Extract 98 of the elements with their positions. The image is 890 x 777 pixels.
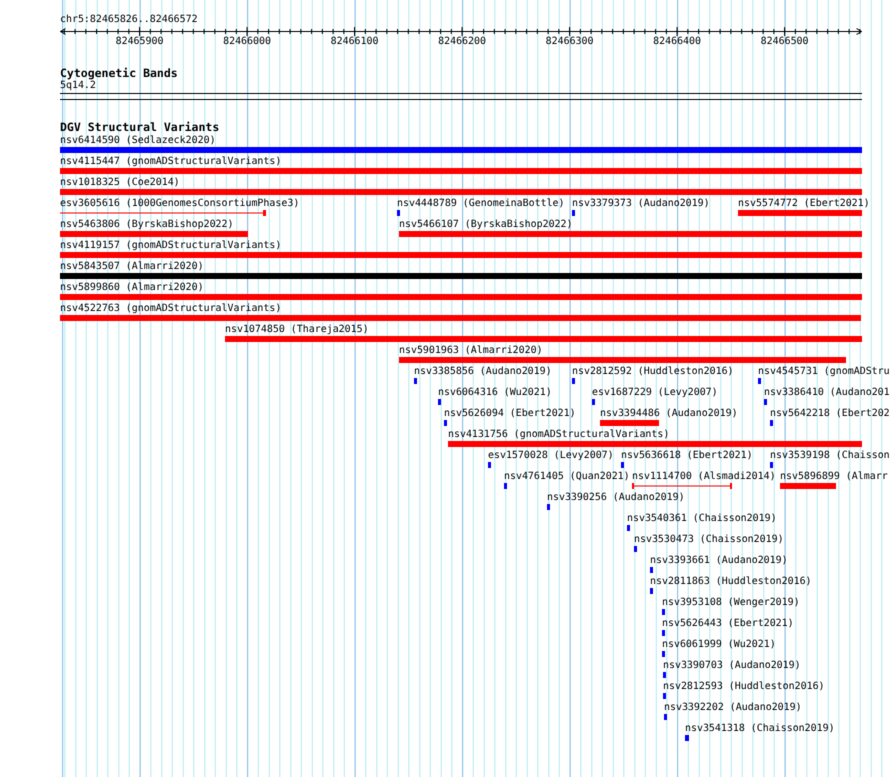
variant-bar[interactable] (60, 252, 862, 258)
variant-label: nsv4522763 (gnomADStructuralVariants) (60, 302, 282, 314)
variant-bar[interactable] (770, 420, 773, 426)
variant-label: nsv2811863 (Huddleston2016) (650, 576, 812, 586)
ruler-tick-label: 82466000 (223, 36, 271, 47)
variant-bar[interactable] (60, 189, 862, 195)
variant-bar[interactable] (662, 630, 665, 636)
variant-label: nsv3392202 (Audano2019) (664, 702, 802, 712)
variant-label: nsv4761405 (Quan2021) (504, 470, 630, 482)
variant-label: nsv5901963 (Almarri2020) (399, 344, 543, 356)
variant-label: nsv3394486 (Audano2019) (600, 408, 738, 418)
variant-label: nsv3386410 (Audano201 (764, 386, 890, 398)
variant-label: nsv5899860 (Almarri2020) (60, 282, 204, 292)
variant-label: nsv5574772 (Ebert2021) (738, 198, 870, 208)
variant-label: nsv3953108 (Wenger2019) (662, 596, 800, 608)
band-label: 5q14.2 (60, 80, 96, 91)
variant-bar[interactable] (663, 693, 666, 699)
variant-bar[interactable] (60, 294, 862, 300)
variant-bar[interactable] (663, 672, 666, 678)
chromosome-band[interactable] (60, 93, 862, 100)
ruler-tick-label: 82466400 (653, 36, 702, 47)
location-label: chr5:82465826..82466572 (60, 14, 198, 25)
variant-bar[interactable] (685, 735, 689, 741)
variant-bar[interactable] (572, 210, 575, 216)
variant-bar[interactable] (60, 231, 248, 237)
variant-label: nsv5642218 (Ebert202 (770, 408, 890, 418)
variant-bar[interactable] (225, 336, 862, 342)
variant-label: nsv2812592 (Huddleston2016) (572, 366, 734, 376)
variant-line[interactable] (632, 483, 732, 489)
variant-bar[interactable] (572, 378, 575, 384)
variant-bar[interactable] (444, 420, 447, 426)
variant-label: nsv5626443 (Ebert2021) (662, 618, 794, 628)
variant-label: nsv4448789 (GenomeinaBottle) (397, 198, 565, 208)
variant-bar[interactable] (438, 399, 441, 405)
variant-bar[interactable] (764, 399, 767, 405)
ruler-tick-label: 82466100 (330, 36, 378, 47)
variant-label: nsv5463806 (ByrskaBishop2022) (60, 218, 234, 230)
variant-bar[interactable] (627, 525, 630, 531)
variant-bar[interactable] (662, 609, 665, 615)
variant-bar[interactable] (650, 567, 653, 573)
variant-bar[interactable] (399, 231, 862, 237)
variant-label: nsv1074850 (Thareja2015) (225, 324, 369, 334)
variant-bar[interactable] (414, 378, 417, 384)
variant-label: nsv3539198 (Chaisson (770, 450, 890, 460)
variant-bar[interactable] (60, 147, 862, 153)
variant-label: nsv4545731 (gnomADStru (758, 366, 890, 376)
variant-bar[interactable] (758, 378, 761, 384)
variant-bar[interactable] (60, 315, 861, 321)
track-title: Cytogenetic Bands (60, 67, 178, 80)
variant-label: nsv3393661 (Audano2019) (650, 554, 788, 566)
variant-label: nsv4115447 (gnomADStructuralVariants) (60, 156, 282, 166)
variant-label: nsv4119157 (gnomADStructuralVariants) (60, 240, 282, 250)
variant-label: nsv3390703 (Audano2019) (663, 660, 801, 670)
variant-bar[interactable] (60, 273, 862, 279)
variant-bar[interactable] (504, 483, 507, 489)
variant-label: nsv3541318 (Chaisson2019) (685, 722, 835, 734)
variant-label: nsv1114700 (Alsmadi2014) (632, 470, 776, 482)
variant-bar[interactable] (650, 588, 653, 594)
variant-label: nsv3540361 (Chaisson2019) (627, 512, 777, 524)
ruler-tick-label: 82466500 (760, 36, 809, 47)
variant-label: nsv6061999 (Wu2021) (662, 638, 776, 650)
variant-bar[interactable] (780, 483, 836, 489)
ruler-tick-label: 82465900 (116, 36, 164, 47)
variant-bar[interactable] (448, 441, 862, 447)
variant-label: nsv5636618 (Ebert2021) (621, 450, 753, 460)
variant-label: nsv3379373 (Audano2019) (572, 198, 710, 208)
variant-bar[interactable] (662, 651, 665, 657)
variant-bar[interactable] (397, 210, 400, 216)
variant-label: esv1687229 (Levy2007) (592, 386, 718, 398)
variant-label: nsv5626094 (Ebert2021) (444, 408, 576, 418)
variant-label: nsv3530473 (Chaisson2019) (634, 534, 784, 544)
variant-bar[interactable] (592, 399, 595, 405)
variant-bar[interactable] (547, 504, 550, 510)
variant-bar[interactable] (738, 210, 862, 216)
variant-bar[interactable] (399, 357, 846, 363)
variant-label: nsv6064316 (Wu2021) (438, 386, 552, 398)
variant-bar[interactable] (634, 546, 637, 552)
variant-bar[interactable] (488, 462, 491, 468)
variant-label: esv3605616 (1000GenomesConsortiumPhase3) (60, 198, 300, 208)
variant-label: nsv3390256 (Audano2019) (547, 492, 685, 502)
variant-bar[interactable] (664, 714, 667, 720)
ruler-tick-label: 82466300 (546, 36, 594, 47)
variant-label: nsv2812593 (Huddleston2016) (663, 680, 825, 692)
variant-label: nsv4131756 (gnomADStructuralVariants) (448, 428, 670, 440)
variant-bar[interactable] (770, 462, 773, 468)
variant-bar[interactable] (621, 462, 624, 468)
variant-label: nsv5896899 (Almarr (780, 470, 888, 482)
variant-label: nsv1018325 (Coe2014) (60, 176, 180, 188)
track-title: DGV Structural Variants (60, 121, 220, 134)
variant-bar[interactable] (60, 168, 862, 174)
variant-line[interactable] (60, 210, 266, 216)
variant-label: nsv5466107 (ByrskaBishop2022) (399, 218, 573, 230)
variant-bar[interactable] (600, 420, 659, 426)
variant-label: nsv6414590 (Sedlazeck2020) (60, 134, 216, 146)
variant-label: esv1570028 (Levy2007) (488, 450, 614, 460)
variant-label: nsv3385856 (Audano2019) (414, 366, 552, 376)
variant-label: nsv5843507 (Almarri2020) (60, 260, 204, 272)
ruler-tick-label: 82466200 (438, 36, 486, 47)
